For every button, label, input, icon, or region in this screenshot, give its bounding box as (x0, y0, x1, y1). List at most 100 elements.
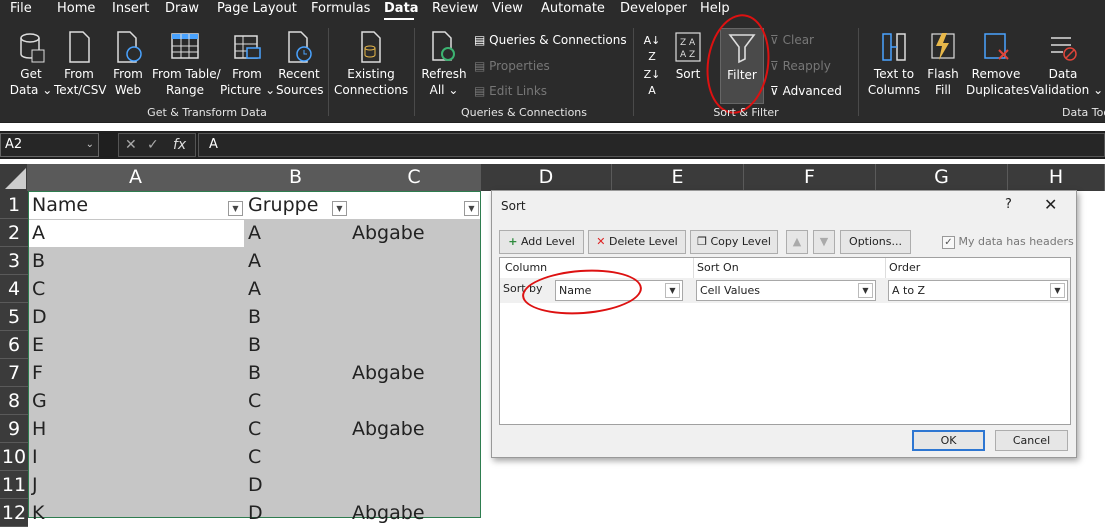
from-web-button[interactable]: From Web (108, 30, 148, 98)
menu-insert[interactable]: Insert (112, 0, 149, 20)
cell-b8[interactable]: C (244, 387, 348, 415)
cell-a6[interactable]: E (28, 331, 244, 359)
cell-b6[interactable]: B (244, 331, 348, 359)
move-up-button[interactable]: ▲ (786, 230, 808, 254)
cell-c3[interactable] (348, 247, 481, 275)
cell-c1[interactable] (348, 191, 458, 219)
copy-level-button[interactable]: ❐ Copy Level (690, 230, 778, 254)
cell-a3[interactable]: B (28, 247, 244, 275)
cell-b10[interactable]: C (244, 443, 348, 471)
row-header[interactable]: 2 (0, 219, 28, 247)
sort-on-select[interactable]: Cell Values ▼ (696, 280, 876, 301)
cell-a5[interactable]: D (28, 303, 244, 331)
cell-c11[interactable] (348, 471, 481, 499)
row-header[interactable]: 11 (0, 471, 28, 499)
edit-links-button[interactable]: ▤ Edit Links (474, 81, 547, 101)
recent-sources-button[interactable]: Recent Sources (276, 30, 323, 98)
cell-a4[interactable]: C (28, 275, 244, 303)
cell-a7[interactable]: F (28, 359, 244, 387)
menu-formulas[interactable]: Formulas (311, 0, 370, 20)
row-header[interactable]: 8 (0, 387, 28, 415)
from-text-csv-button[interactable]: From Text/CSV (54, 30, 107, 98)
cell-b3[interactable]: A (244, 247, 348, 275)
menu-view[interactable]: View (492, 0, 523, 20)
select-all-corner[interactable] (0, 164, 28, 191)
refresh-all-button[interactable]: Refresh All ⌄ (420, 30, 468, 98)
row-header[interactable]: 1 (0, 191, 28, 219)
insert-function-icon[interactable]: fx (173, 134, 186, 156)
cell-b12[interactable]: D (244, 499, 348, 527)
row-header[interactable]: 5 (0, 303, 28, 331)
column-header-b[interactable]: B (244, 164, 348, 191)
row-header[interactable]: 4 (0, 275, 28, 303)
data-validation-button[interactable]: Data Validation ⌄ (1030, 30, 1103, 98)
flash-fill-button[interactable]: Flash Fill (924, 30, 962, 98)
my-data-has-headers-checkbox[interactable]: ✓ My data has headers (942, 235, 1074, 249)
enter-icon[interactable]: ✓ (147, 134, 159, 156)
cell-b9[interactable]: C (244, 415, 348, 443)
row-header[interactable]: 6 (0, 331, 28, 359)
help-icon[interactable]: ? (1005, 197, 1012, 212)
cell-b4[interactable]: A (244, 275, 348, 303)
cell-b7[interactable]: B (244, 359, 348, 387)
sort-order-select[interactable]: A to Z ▼ (888, 280, 1068, 301)
from-table-range-button[interactable]: From Table/ Range (152, 30, 221, 98)
delete-level-button[interactable]: ✕ Delete Level (588, 230, 686, 254)
menu-automate[interactable]: Automate (541, 0, 605, 20)
row-header[interactable]: 9 (0, 415, 28, 443)
sort-za-button[interactable]: Z↓ A (638, 66, 666, 98)
cell-a10[interactable]: I (28, 443, 244, 471)
remove-duplicates-button[interactable]: Remove Duplicates (966, 30, 1029, 98)
sort-button[interactable]: Z AA Z Sort (670, 30, 706, 82)
options-button[interactable]: Options... (840, 230, 911, 254)
name-box[interactable]: A2 ⌄ (0, 133, 99, 157)
cell-c5[interactable] (348, 303, 481, 331)
column-header-e[interactable]: E (612, 164, 744, 191)
cell-b5[interactable]: B (244, 303, 348, 331)
filter-dropdown-icon[interactable]: ▼ (228, 201, 243, 216)
cell-c9[interactable]: Abgabe (348, 415, 481, 443)
filter-dropdown-icon[interactable]: ▼ (332, 201, 347, 216)
cell-a2[interactable]: A (28, 219, 244, 247)
row-header[interactable]: 10 (0, 443, 28, 471)
close-icon[interactable]: ✕ (1044, 195, 1057, 214)
menu-review[interactable]: Review (432, 0, 478, 20)
column-header-g[interactable]: G (876, 164, 1008, 191)
queries-connections-button[interactable]: ▤ Queries & Connections (474, 30, 627, 50)
menu-file[interactable]: File (10, 0, 32, 20)
column-header-a[interactable]: A (28, 164, 244, 191)
formula-input[interactable]: A (198, 133, 1105, 157)
advanced-filter-button[interactable]: ⊽ Advanced (770, 81, 842, 101)
column-header-d[interactable]: D (481, 164, 612, 191)
text-to-columns-button[interactable]: Text to Columns (866, 30, 922, 98)
cancel-icon[interactable]: ✕ (125, 134, 137, 156)
menu-help[interactable]: Help (700, 0, 730, 20)
column-header-c[interactable]: C (348, 164, 481, 191)
menu-developer[interactable]: Developer (620, 0, 687, 20)
ok-button[interactable]: OK (912, 430, 985, 451)
cell-c12[interactable]: Abgabe (348, 499, 481, 527)
filter-dropdown-icon[interactable]: ▼ (464, 201, 479, 216)
cell-a1[interactable]: Name (28, 191, 228, 219)
cell-c6[interactable] (348, 331, 481, 359)
row-header[interactable]: 12 (0, 499, 28, 527)
menu-home[interactable]: Home (57, 0, 95, 20)
row-header[interactable]: 3 (0, 247, 28, 275)
cell-c2[interactable]: Abgabe (348, 219, 481, 247)
menu-page-layout[interactable]: Page Layout (217, 0, 297, 20)
add-level-button[interactable]: + Add Level (499, 230, 584, 254)
chevron-down-icon[interactable]: ⌄ (86, 134, 94, 156)
cell-c4[interactable] (348, 275, 481, 303)
cancel-button[interactable]: Cancel (995, 430, 1068, 451)
clear-filter-button[interactable]: ⊽ Clear (770, 30, 814, 50)
cell-a12[interactable]: K (28, 499, 244, 527)
cell-b1[interactable]: Gruppe (244, 191, 334, 219)
menu-draw[interactable]: Draw (165, 0, 199, 20)
existing-connections-button[interactable]: Existing Connections (334, 30, 408, 98)
get-data-button[interactable]: Get Data ⌄ (8, 30, 54, 98)
cell-c10[interactable] (348, 443, 481, 471)
from-picture-button[interactable]: From Picture ⌄ (220, 30, 275, 98)
cell-a11[interactable]: J (28, 471, 244, 499)
menu-data[interactable]: Data (384, 0, 419, 20)
row-header[interactable]: 7 (0, 359, 28, 387)
